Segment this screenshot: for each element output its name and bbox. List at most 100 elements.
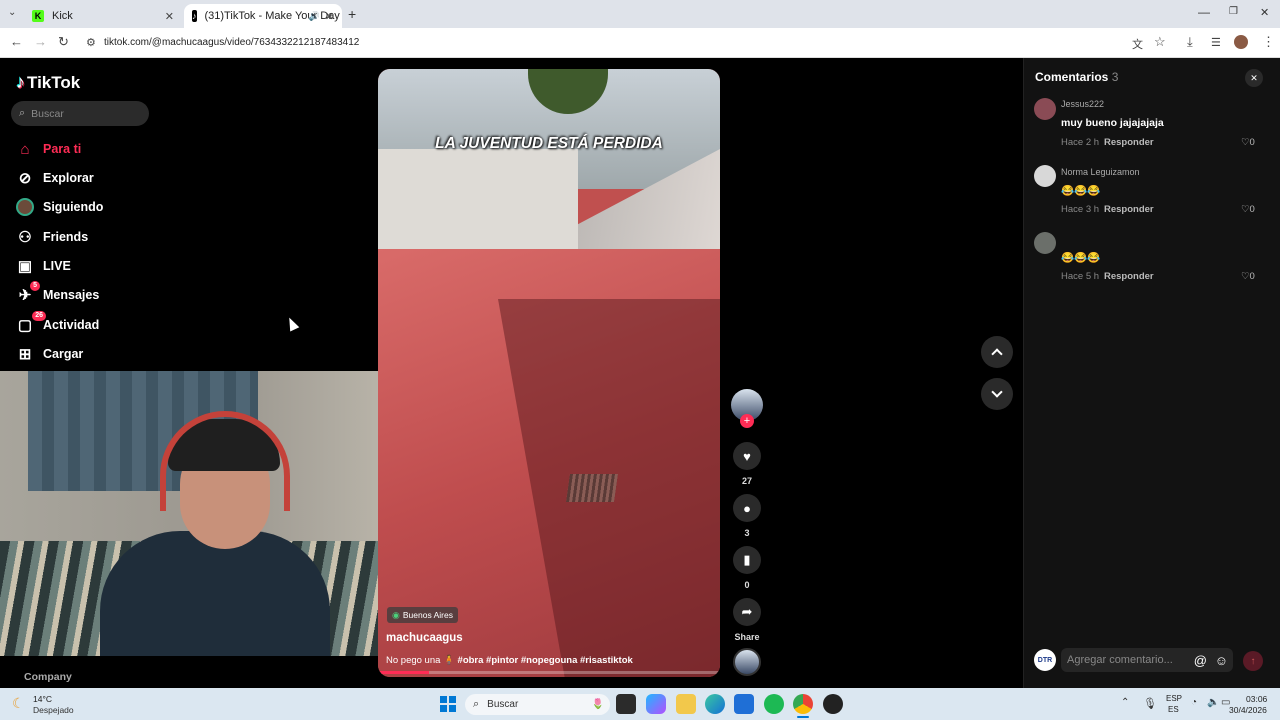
wifi-icon[interactable]: ◔ <box>1191 697 1197 708</box>
tab-kick[interactable]: K Kick ✕ <box>24 4 182 28</box>
comment-like[interactable]: ♡0 <box>1241 271 1255 282</box>
share-button[interactable]: ➦ <box>733 598 761 626</box>
arrow-up-icon: ↑ <box>1250 655 1256 667</box>
logo-text: TikTok <box>27 72 81 92</box>
video-progress-bar[interactable] <box>378 671 720 674</box>
profile-avatar[interactable] <box>1234 35 1248 49</box>
comments-header: Comentarios 3 <box>1035 70 1118 84</box>
comment-time: Hace 3 h <box>1061 204 1100 215</box>
user-avatar[interactable]: DTR <box>1034 649 1056 671</box>
sidebar-item-explorar[interactable]: ⊘ Explorar <box>16 167 94 189</box>
sidebar-item-actividad[interactable]: ▢ 26 Actividad <box>16 311 99 336</box>
comment-reply-button[interactable]: Responder <box>1104 137 1154 148</box>
window-close-icon[interactable]: ✕ <box>1260 6 1269 19</box>
file-explorer-icon[interactable] <box>676 694 696 714</box>
sidebar-item-friends[interactable]: ⚇ Friends <box>16 226 88 248</box>
sound-disc-avatar[interactable] <box>733 648 761 676</box>
location-chip[interactable]: ◉ Buenos Aires <box>387 607 458 623</box>
tray-chevron-up-icon[interactable]: ⌃ <box>1121 697 1129 708</box>
emoji-icon[interactable]: ☺ <box>1215 653 1228 668</box>
language-bottom[interactable]: ES <box>1168 705 1179 714</box>
comment-like-count: 0 <box>1249 271 1255 282</box>
comment-avatar[interactable] <box>1034 165 1056 187</box>
follow-plus-icon[interactable]: + <box>740 414 754 428</box>
tab-tiktok[interactable]: ♪ (31)TikTok - Make Your Day 🔊 ✕ <box>184 4 342 28</box>
comment-button[interactable]: ● <box>733 494 761 522</box>
video-player[interactable]: LA JUVENTUD ESTÁ PERDIDA ◉ Buenos Aires … <box>378 69 720 677</box>
next-video-button[interactable] <box>981 378 1013 410</box>
sidebar-item-para-ti[interactable]: ⌂ Para ti <box>16 138 81 160</box>
tab-list-chevron-icon[interactable]: ⌄ <box>8 7 16 18</box>
home-icon: ⌂ <box>20 140 30 158</box>
media-control-icon[interactable]: ☰ <box>1211 36 1221 49</box>
clock-date[interactable]: 30/4/2026 <box>1229 705 1267 715</box>
close-tab-icon[interactable]: ✕ <box>325 10 334 23</box>
volume-icon[interactable]: 🔈 <box>1207 697 1219 708</box>
comment-reply-button[interactable]: Responder <box>1104 271 1154 282</box>
task-view-icon[interactable] <box>616 694 636 714</box>
upload-icon: ⊞ <box>18 346 32 363</box>
sidebar-item-live[interactable]: ▣ LIVE <box>16 255 71 277</box>
sidebar-item-label: Friends <box>43 230 89 244</box>
post-comment-button[interactable]: ↑ <box>1243 651 1263 671</box>
back-icon[interactable]: ← <box>10 34 23 49</box>
following-avatar-icon <box>16 198 34 216</box>
footer-company-link[interactable]: Company <box>24 671 72 683</box>
search-highlight-icon: 🌷 <box>591 699 604 710</box>
chrome-icon[interactable] <box>793 694 813 714</box>
app-icon[interactable] <box>823 694 843 714</box>
search-icon: ⌕ <box>19 107 26 119</box>
sidebar-item-label: Explorar <box>43 171 94 185</box>
edge-icon[interactable] <box>705 694 725 714</box>
save-button[interactable]: ▮ <box>733 546 761 574</box>
comment-username[interactable]: Jessus222 <box>1061 99 1104 109</box>
sidebar-item-cargar[interactable]: ⊞ Cargar <box>16 343 84 365</box>
start-button[interactable] <box>440 696 456 712</box>
search-box[interactable]: ⌕ Buscar <box>11 101 149 126</box>
address-bar[interactable]: tiktok.com/@machucaagus/video/7634332212… <box>104 37 359 48</box>
caption-hashtags[interactable]: #obra #pintor #nopegouna #risastiktok <box>458 655 633 666</box>
browser-menu-icon[interactable]: ⋮ <box>1262 34 1275 50</box>
kick-favicon-icon: K <box>32 10 44 22</box>
forward-icon[interactable]: → <box>34 34 47 49</box>
reload-icon[interactable]: ↻ <box>58 34 69 50</box>
friends-icon: ⚇ <box>18 229 32 246</box>
clock-time[interactable]: 03:06 <box>1246 694 1267 704</box>
language-top[interactable]: ESP <box>1166 694 1182 703</box>
download-icon[interactable]: ⤓ <box>1187 34 1193 50</box>
video-author[interactable]: machucaagus <box>386 632 463 644</box>
mention-icon[interactable]: @ <box>1194 653 1207 668</box>
close-comments-button[interactable]: ✕ <box>1245 69 1263 87</box>
weather-desc[interactable]: Despejado <box>33 705 74 715</box>
comment-reply-button[interactable]: Responder <box>1104 204 1154 215</box>
comment-avatar[interactable] <box>1034 98 1056 120</box>
tiktok-logo[interactable]: ♪ TikTok <box>16 72 80 93</box>
copilot-icon[interactable] <box>646 694 666 714</box>
close-tab-icon[interactable]: ✕ <box>165 10 174 23</box>
restore-icon[interactable]: ❐ <box>1229 6 1238 17</box>
previous-video-button[interactable] <box>981 336 1013 368</box>
sidebar-item-mensajes[interactable]: ✈ 5 Mensajes <box>16 281 99 306</box>
comment-username[interactable]: Norma Leguizamon <box>1061 167 1140 177</box>
new-tab-icon[interactable]: + <box>348 6 356 22</box>
share-label: Share <box>734 632 760 642</box>
spotify-icon[interactable] <box>764 694 784 714</box>
weather-temp[interactable]: 14°C <box>33 694 52 704</box>
comment-input[interactable]: Agregar comentario... @ ☺ <box>1061 648 1233 672</box>
like-button[interactable]: ♥ <box>733 442 761 470</box>
sidebar-item-siguiendo[interactable]: Siguiendo <box>16 196 103 218</box>
translate-icon[interactable]: 文 <box>1132 36 1143 52</box>
site-info-icon[interactable]: ⚙ <box>86 36 96 49</box>
speaker-icon[interactable]: 🔊 <box>309 11 320 22</box>
store-icon[interactable] <box>734 694 754 714</box>
taskbar-search[interactable]: ⌕ Buscar 🌷 <box>465 694 610 715</box>
heart-outline-icon: ♡ <box>1241 137 1250 148</box>
comments-title: Comentarios <box>1035 70 1109 84</box>
bookmark-star-icon[interactable]: ☆ <box>1154 34 1166 50</box>
minimize-icon[interactable]: — <box>1198 5 1210 19</box>
microphone-icon[interactable]: 🎙 <box>1143 697 1157 710</box>
comment-avatar[interactable] <box>1034 232 1056 254</box>
live-icon: ▣ <box>17 258 33 275</box>
comment-like[interactable]: ♡0 <box>1241 137 1255 148</box>
comment-like[interactable]: ♡0 <box>1241 204 1255 215</box>
